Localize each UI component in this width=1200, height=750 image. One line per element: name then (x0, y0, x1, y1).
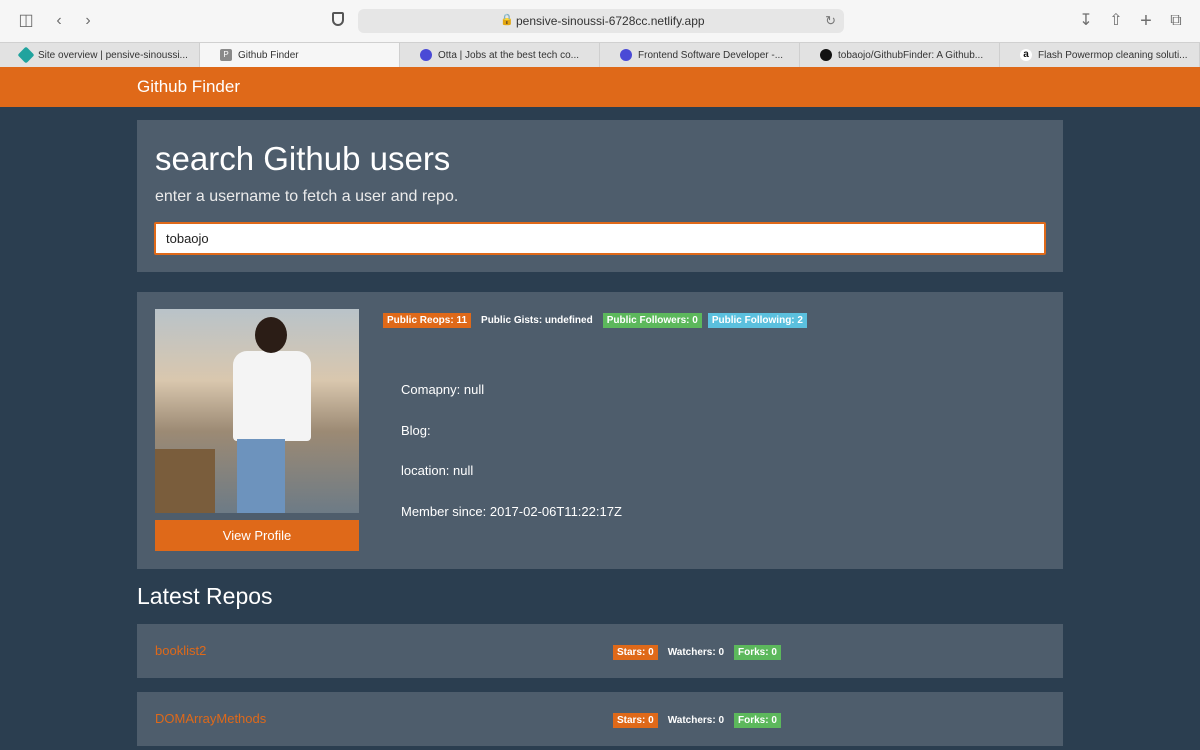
forks-badge: Forks: 0 (734, 713, 781, 728)
reload-icon[interactable]: ↻ (825, 13, 836, 29)
stars-badge: Stars: 0 (613, 645, 658, 660)
browser-toolbar: ◫ ‹ › 🔒 pensive-sinoussi-6728cc.netlify.… (0, 0, 1200, 42)
tab-title: Site overview | pensive-sinoussi... (38, 50, 188, 61)
tab-title: tobaojo/GithubFinder: A Github... (838, 50, 984, 61)
gists-badge: Public Gists: undefined (481, 315, 593, 326)
tab-bar: Site overview | pensive-sinoussi... P Gi… (0, 42, 1200, 68)
company-text: Comapny: null (401, 382, 485, 397)
avatar-legs (237, 439, 285, 513)
watchers-badge: Watchers: 0 (667, 647, 725, 658)
search-title: search Github users (155, 140, 451, 177)
stars-badge: Stars: 0 (613, 713, 658, 728)
forks-badge: Forks: 0 (734, 645, 781, 660)
view-profile-button[interactable]: View Profile (155, 520, 359, 551)
repo-badges: Stars: 0 Watchers: 0 Forks: 0 (613, 645, 781, 660)
browser-tab[interactable]: Frontend Software Developer -... (600, 43, 800, 68)
tab-title: Frontend Software Developer -... (638, 50, 784, 61)
avatar-body (233, 351, 311, 441)
lock-icon: 🔒 (500, 14, 514, 26)
browser-tab[interactable]: Site overview | pensive-sinoussi... (0, 43, 200, 68)
netlify-icon (17, 46, 35, 64)
tab-overview-icon[interactable]: ⧉ (1166, 11, 1186, 31)
blog-text: Blog: (401, 423, 431, 438)
avatar-head (255, 317, 287, 353)
tab-title: Otta | Jobs at the best tech co... (438, 50, 580, 61)
github-icon (820, 49, 832, 61)
share-icon[interactable]: ⇧ (1106, 11, 1126, 31)
url-text: pensive-sinoussi-6728cc.netlify.app (516, 14, 705, 28)
profile-card: View Profile Public Reops: 11 Public Gis… (137, 292, 1063, 569)
search-subtitle: enter a username to fetch a user and rep… (155, 188, 459, 205)
page-icon: P (220, 49, 232, 61)
repos-badge: Public Reops: 11 (383, 313, 472, 328)
otta-icon (620, 49, 632, 61)
download-icon[interactable]: ↧ (1076, 11, 1096, 31)
browser-tab-active[interactable]: P Github Finder (200, 43, 400, 68)
tab-title: Flash Powermop cleaning soluti... (1038, 50, 1188, 61)
back-icon[interactable]: ‹ (52, 11, 66, 31)
forward-icon[interactable]: › (81, 11, 95, 31)
navbar: Github Finder (0, 67, 1200, 107)
repo-card: booklist2 Stars: 0 Watchers: 0 Forks: 0 (137, 624, 1063, 678)
browser-tab[interactable]: tobaojo/GithubFinder: A Github... (800, 43, 1000, 68)
new-tab-icon[interactable]: + (1136, 11, 1156, 31)
repo-card: DOMArrayMethods Stars: 0 Watchers: 0 For… (137, 692, 1063, 746)
avatar (155, 309, 359, 513)
avatar-bench (155, 449, 215, 513)
latest-repos-title: Latest Repos (137, 583, 273, 609)
following-badge: Public Following: 2 (707, 313, 807, 328)
sidebar-toggle-icon[interactable]: ◫ (16, 11, 36, 31)
repo-badges: Stars: 0 Watchers: 0 Forks: 0 (613, 713, 781, 728)
member-since-text: Member since: 2017-02-06T11:22:17Z (401, 504, 622, 519)
amazon-icon: a (1020, 49, 1032, 61)
browser-tab[interactable]: Otta | Jobs at the best tech co... (400, 43, 600, 68)
browser-tab[interactable]: a Flash Powermop cleaning soluti... (1000, 43, 1200, 68)
profile-badges: Public Reops: 11 Public Gists: undefined… (383, 313, 807, 328)
repo-link[interactable]: DOMArrayMethods (155, 711, 266, 726)
repo-link[interactable]: booklist2 (155, 643, 206, 658)
followers-badge: Public Followers: 0 (602, 313, 702, 328)
location-text: location: null (401, 463, 474, 478)
watchers-badge: Watchers: 0 (667, 715, 725, 726)
address-bar[interactable]: 🔒 pensive-sinoussi-6728cc.netlify.app ↻ (358, 9, 844, 33)
shield-icon[interactable] (332, 12, 344, 26)
search-input[interactable] (154, 222, 1046, 255)
search-card: search Github users enter a username to … (137, 120, 1063, 272)
otta-icon (420, 49, 432, 61)
brand-title[interactable]: Github Finder (137, 77, 240, 97)
tab-title: Github Finder (238, 50, 299, 61)
